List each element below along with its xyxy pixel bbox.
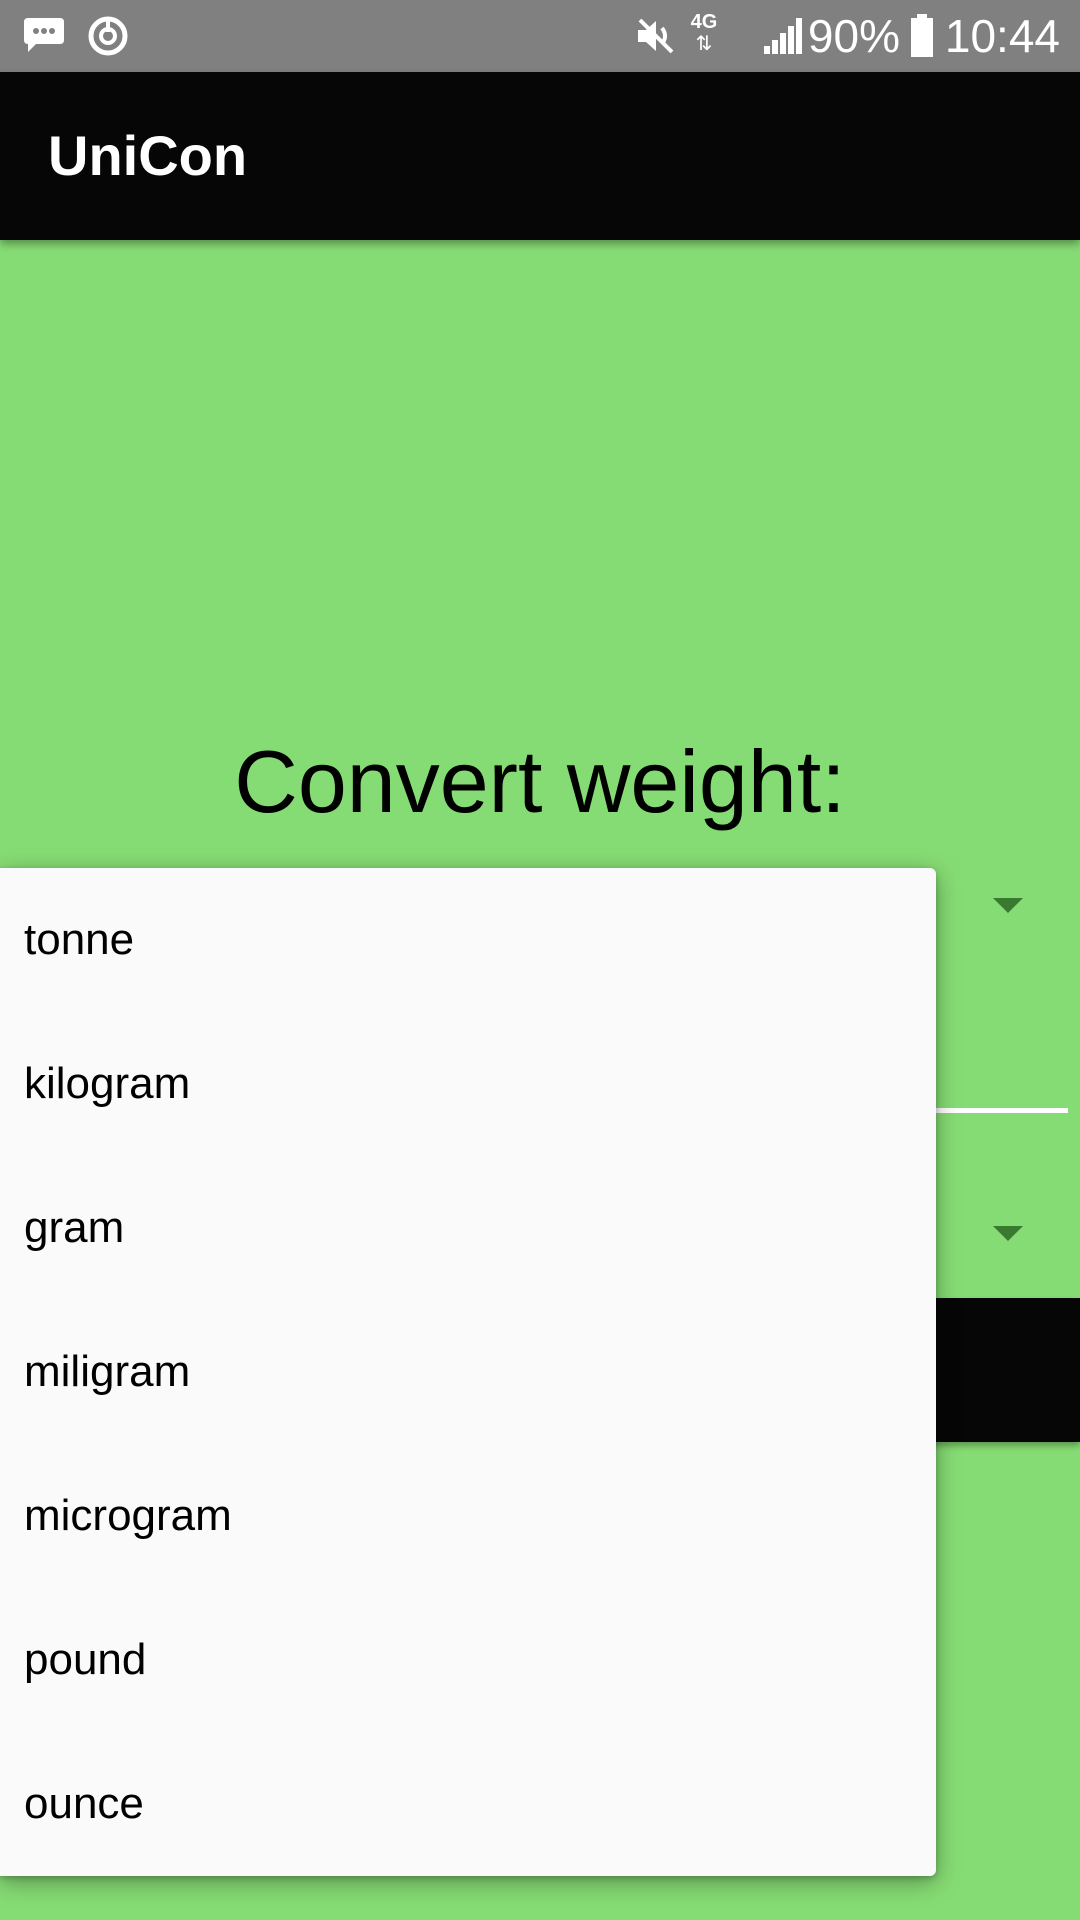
network-type: 4G <box>690 11 718 33</box>
to-unit-spinner-arrow-icon[interactable] <box>993 1226 1023 1241</box>
status-bar: 4G ⇅ 90% 10:44 <box>0 0 1080 72</box>
dropdown-option-tonne[interactable]: tonne <box>0 868 936 1012</box>
messenger-icon <box>22 14 66 59</box>
dropdown-option-pound[interactable]: pound <box>0 1588 936 1732</box>
dropdown-option-microgram[interactable]: microgram <box>0 1444 936 1588</box>
sync-icon <box>86 14 130 63</box>
signal-icon <box>764 18 804 59</box>
dropdown-option-miligram[interactable]: miligram <box>0 1300 936 1444</box>
battery-percent: 90% <box>807 10 900 62</box>
from-unit-spinner-arrow-icon[interactable] <box>993 898 1023 913</box>
clock: 10:44 <box>944 10 1060 62</box>
battery-icon <box>910 14 934 63</box>
value-input-underline[interactable] <box>930 1108 1068 1113</box>
dropdown-option-ounce[interactable]: ounce <box>0 1732 936 1876</box>
unit-dropdown-list: tonne kilogram gram miligram microgram p… <box>0 868 936 1876</box>
mute-icon <box>632 14 676 63</box>
app-title: UniCon <box>48 124 248 187</box>
data-arrows-icon: ⇅ <box>695 33 713 55</box>
app-bar: UniCon <box>0 72 1080 240</box>
dropdown-option-kilogram[interactable]: kilogram <box>0 1012 936 1156</box>
dropdown-option-gram[interactable]: gram <box>0 1156 936 1300</box>
screen: 4G ⇅ 90% 10:44 UniCon Convert weight: to… <box>0 0 1080 1920</box>
convert-button[interactable] <box>930 1298 1080 1442</box>
page-heading: Convert weight: <box>234 732 846 831</box>
